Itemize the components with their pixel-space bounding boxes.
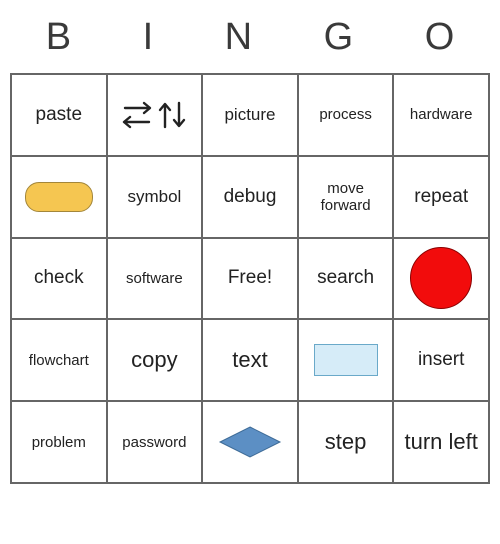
circle-shape-icon: [410, 247, 472, 309]
swap-arrows-icon: [119, 97, 189, 133]
cell-label: hardware: [410, 106, 473, 123]
cell-label: problem: [32, 434, 86, 451]
bingo-cell[interactable]: paste: [11, 74, 107, 156]
bingo-cell[interactable]: turn left: [393, 401, 489, 483]
cell-label: password: [122, 434, 186, 451]
bingo-cell[interactable]: text: [202, 319, 298, 401]
header-letter: N: [225, 16, 252, 59]
bingo-cell[interactable]: software: [107, 238, 203, 320]
bingo-cell[interactable]: [11, 156, 107, 238]
header-letter: B: [46, 16, 71, 59]
bingo-cell[interactable]: problem: [11, 401, 107, 483]
diamond-shape-icon: [217, 425, 283, 459]
bingo-cell[interactable]: move forward: [298, 156, 394, 238]
cell-label: flowchart: [29, 352, 89, 369]
header-letter: G: [324, 16, 354, 59]
oval-shape-icon: [25, 182, 93, 212]
bingo-cell[interactable]: insert: [393, 319, 489, 401]
bingo-cell[interactable]: [202, 401, 298, 483]
cell-label: step: [325, 429, 367, 455]
cell-label: search: [317, 267, 374, 289]
bingo-cell[interactable]: check: [11, 238, 107, 320]
header-letter: I: [143, 16, 154, 59]
bingo-cell[interactable]: process: [298, 74, 394, 156]
bingo-cell[interactable]: [298, 319, 394, 401]
rectangle-shape-icon: [314, 344, 378, 376]
cell-label: turn left: [405, 429, 478, 455]
bingo-cell[interactable]: search: [298, 238, 394, 320]
cell-label: debug: [224, 186, 277, 208]
cell-label: text: [232, 347, 267, 373]
bingo-header: B I N G O: [10, 10, 490, 73]
bingo-cell[interactable]: copy: [107, 319, 203, 401]
cell-label: check: [34, 267, 84, 289]
cell-label: picture: [224, 105, 275, 125]
cell-label: insert: [418, 349, 464, 371]
cell-label: move forward: [301, 180, 391, 214]
bingo-cell[interactable]: [393, 238, 489, 320]
bingo-cell[interactable]: repeat: [393, 156, 489, 238]
header-letter: O: [425, 16, 455, 59]
cell-label: copy: [131, 347, 177, 373]
cell-label: symbol: [127, 187, 181, 207]
bingo-cell[interactable]: password: [107, 401, 203, 483]
bingo-cell[interactable]: debug: [202, 156, 298, 238]
cell-label: Free!: [228, 267, 272, 289]
cell-label: paste: [36, 104, 82, 126]
bingo-cell[interactable]: symbol: [107, 156, 203, 238]
bingo-cell[interactable]: Free!: [202, 238, 298, 320]
bingo-cell[interactable]: hardware: [393, 74, 489, 156]
cell-label: software: [126, 270, 183, 287]
bingo-grid: paste picture process hardware symbol debug mo…: [10, 73, 490, 484]
bingo-cell[interactable]: flowchart: [11, 319, 107, 401]
bingo-card: B I N G O paste picture process hardware sym…: [0, 0, 500, 544]
bingo-cell[interactable]: picture: [202, 74, 298, 156]
cell-label: process: [319, 106, 372, 123]
cell-label: repeat: [414, 186, 468, 208]
bingo-cell[interactable]: [107, 74, 203, 156]
bingo-cell[interactable]: step: [298, 401, 394, 483]
